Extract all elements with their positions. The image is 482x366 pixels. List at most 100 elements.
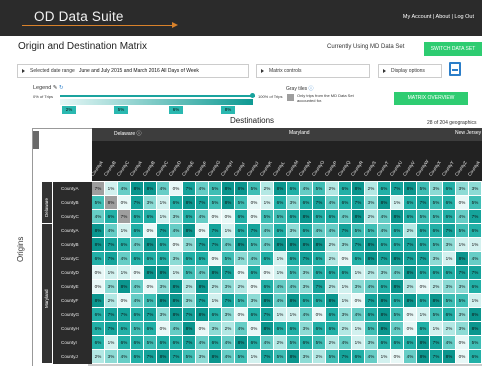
row-header[interactable]: CountyJ bbox=[53, 350, 92, 364]
matrix-cell[interactable]: 7% bbox=[196, 238, 209, 252]
matrix-cell[interactable]: 4% bbox=[326, 196, 339, 210]
matrix-cell[interactable]: 6% bbox=[261, 252, 274, 266]
matrix-cell[interactable]: 5% bbox=[417, 182, 430, 196]
matrix-cell[interactable]: 5% bbox=[144, 294, 157, 308]
matrix-cell[interactable]: 8% bbox=[235, 182, 248, 196]
matrix-cell[interactable]: 8% bbox=[365, 252, 378, 266]
row-header[interactable]: CountyH bbox=[53, 322, 92, 336]
matrix-cell[interactable]: 6% bbox=[313, 266, 326, 280]
matrix-cell[interactable]: 4% bbox=[131, 238, 144, 252]
column-header[interactable]: CountyW bbox=[415, 141, 430, 181]
save-icon[interactable] bbox=[449, 62, 461, 76]
matrix-cell[interactable]: 4% bbox=[118, 182, 131, 196]
column-header[interactable]: CountyX bbox=[428, 141, 443, 181]
matrix-cell[interactable]: 3% bbox=[209, 322, 222, 336]
matrix-cell[interactable]: 1% bbox=[339, 280, 352, 294]
matrix-cell[interactable]: 3% bbox=[222, 280, 235, 294]
matrix-cell[interactable]: 6% bbox=[92, 252, 105, 266]
matrix-cell[interactable]: 0% bbox=[417, 280, 430, 294]
matrix-cell[interactable]: 3% bbox=[248, 294, 261, 308]
column-header[interactable]: CountyR bbox=[350, 141, 365, 181]
matrix-cell[interactable]: 4% bbox=[365, 280, 378, 294]
matrix-cell[interactable]: 3% bbox=[456, 308, 469, 322]
matrix-cell[interactable]: 2% bbox=[326, 182, 339, 196]
matrix-cell[interactable]: 8% bbox=[391, 210, 404, 224]
matrix-cell[interactable]: 5% bbox=[456, 224, 469, 238]
matrix-cell[interactable]: 6% bbox=[417, 294, 430, 308]
matrix-cell[interactable]: 4% bbox=[365, 350, 378, 364]
matrix-cell[interactable]: 6% bbox=[378, 238, 391, 252]
matrix-cell[interactable]: 7% bbox=[183, 308, 196, 322]
matrix-cell[interactable]: 8% bbox=[391, 252, 404, 266]
matrix-cell[interactable]: 2% bbox=[430, 280, 443, 294]
matrix-cell[interactable]: 5% bbox=[326, 350, 339, 364]
matrix-cell[interactable]: 1% bbox=[469, 238, 482, 252]
matrix-cell[interactable]: 6% bbox=[92, 322, 105, 336]
matrix-cell[interactable]: 4% bbox=[196, 336, 209, 350]
matrix-cell[interactable]: 6% bbox=[287, 210, 300, 224]
matrix-cell[interactable]: 6% bbox=[417, 238, 430, 252]
matrix-cell[interactable]: 6% bbox=[131, 350, 144, 364]
matrix-cell[interactable]: 2% bbox=[261, 182, 274, 196]
matrix-cell[interactable]: 5% bbox=[417, 210, 430, 224]
matrix-cell[interactable]: 4% bbox=[456, 210, 469, 224]
matrix-cell[interactable]: 4% bbox=[469, 252, 482, 266]
matrix-cell[interactable]: 8% bbox=[92, 238, 105, 252]
legend-slider-track[interactable] bbox=[60, 95, 255, 97]
matrix-cell[interactable]: 4% bbox=[170, 322, 183, 336]
matrix-cell[interactable]: 6% bbox=[469, 350, 482, 364]
matrix-cell[interactable]: 1% bbox=[157, 210, 170, 224]
matrix-cell[interactable]: 8% bbox=[118, 280, 131, 294]
matrix-cell[interactable]: 6% bbox=[300, 336, 313, 350]
matrix-cell[interactable]: 1% bbox=[352, 322, 365, 336]
matrix-cell[interactable]: 2% bbox=[235, 280, 248, 294]
matrix-cell[interactable]: 7% bbox=[209, 224, 222, 238]
column-header[interactable]: CountyL bbox=[272, 141, 287, 181]
matrix-cell[interactable]: 1% bbox=[105, 182, 118, 196]
matrix-cell[interactable]: 7% bbox=[157, 224, 170, 238]
matrix-cell[interactable]: 5% bbox=[313, 336, 326, 350]
matrix-cell[interactable]: 6% bbox=[118, 238, 131, 252]
matrix-cell[interactable]: 8% bbox=[183, 322, 196, 336]
matrix-cell[interactable]: 6% bbox=[339, 266, 352, 280]
matrix-cell[interactable]: 1% bbox=[417, 308, 430, 322]
matrix-cell[interactable]: 1% bbox=[274, 266, 287, 280]
matrix-cell[interactable]: 7% bbox=[339, 350, 352, 364]
about-link[interactable]: About bbox=[436, 14, 450, 20]
matrix-cell[interactable]: 6% bbox=[209, 308, 222, 322]
matrix-cell[interactable]: 6% bbox=[326, 308, 339, 322]
matrix-cell[interactable]: 1% bbox=[170, 266, 183, 280]
column-header[interactable]: CountyD bbox=[168, 141, 183, 181]
matrix-cell[interactable]: 1% bbox=[222, 224, 235, 238]
matrix-cell[interactable]: 7% bbox=[131, 196, 144, 210]
matrix-cell[interactable]: 8% bbox=[170, 308, 183, 322]
matrix-cell[interactable]: 8% bbox=[196, 308, 209, 322]
matrix-cell[interactable]: 6% bbox=[131, 224, 144, 238]
matrix-cell[interactable]: 5% bbox=[287, 266, 300, 280]
matrix-cell[interactable]: 0% bbox=[170, 238, 183, 252]
column-header[interactable]: CountyC bbox=[116, 141, 131, 181]
matrix-cell[interactable]: 3% bbox=[170, 210, 183, 224]
matrix-cell[interactable]: 6% bbox=[131, 252, 144, 266]
matrix-cell[interactable]: 6% bbox=[209, 336, 222, 350]
matrix-cell[interactable]: 1% bbox=[105, 336, 118, 350]
matrix-cell[interactable]: 0% bbox=[456, 196, 469, 210]
column-header[interactable]: CountyT bbox=[376, 141, 391, 181]
matrix-cell[interactable]: 8% bbox=[131, 182, 144, 196]
matrix-cell[interactable]: 6% bbox=[248, 336, 261, 350]
matrix-cell[interactable]: 8% bbox=[378, 196, 391, 210]
matrix-cell[interactable]: 5% bbox=[430, 308, 443, 322]
matrix-cell[interactable]: 7% bbox=[300, 252, 313, 266]
matrix-cell[interactable]: 4% bbox=[235, 322, 248, 336]
matrix-cell[interactable]: 4% bbox=[118, 350, 131, 364]
matrix-cell[interactable]: 6% bbox=[443, 308, 456, 322]
column-header[interactable]: CountyP bbox=[324, 141, 339, 181]
matrix-cell[interactable]: 3% bbox=[339, 308, 352, 322]
column-header[interactable]: CountyJ bbox=[246, 141, 261, 181]
matrix-cell[interactable]: 4% bbox=[326, 224, 339, 238]
matrix-cell[interactable]: 0% bbox=[118, 196, 131, 210]
matrix-cell[interactable]: 8% bbox=[261, 322, 274, 336]
matrix-cell[interactable]: 7% bbox=[404, 238, 417, 252]
matrix-cell[interactable]: 4% bbox=[404, 350, 417, 364]
column-header[interactable]: CountyK bbox=[259, 141, 274, 181]
